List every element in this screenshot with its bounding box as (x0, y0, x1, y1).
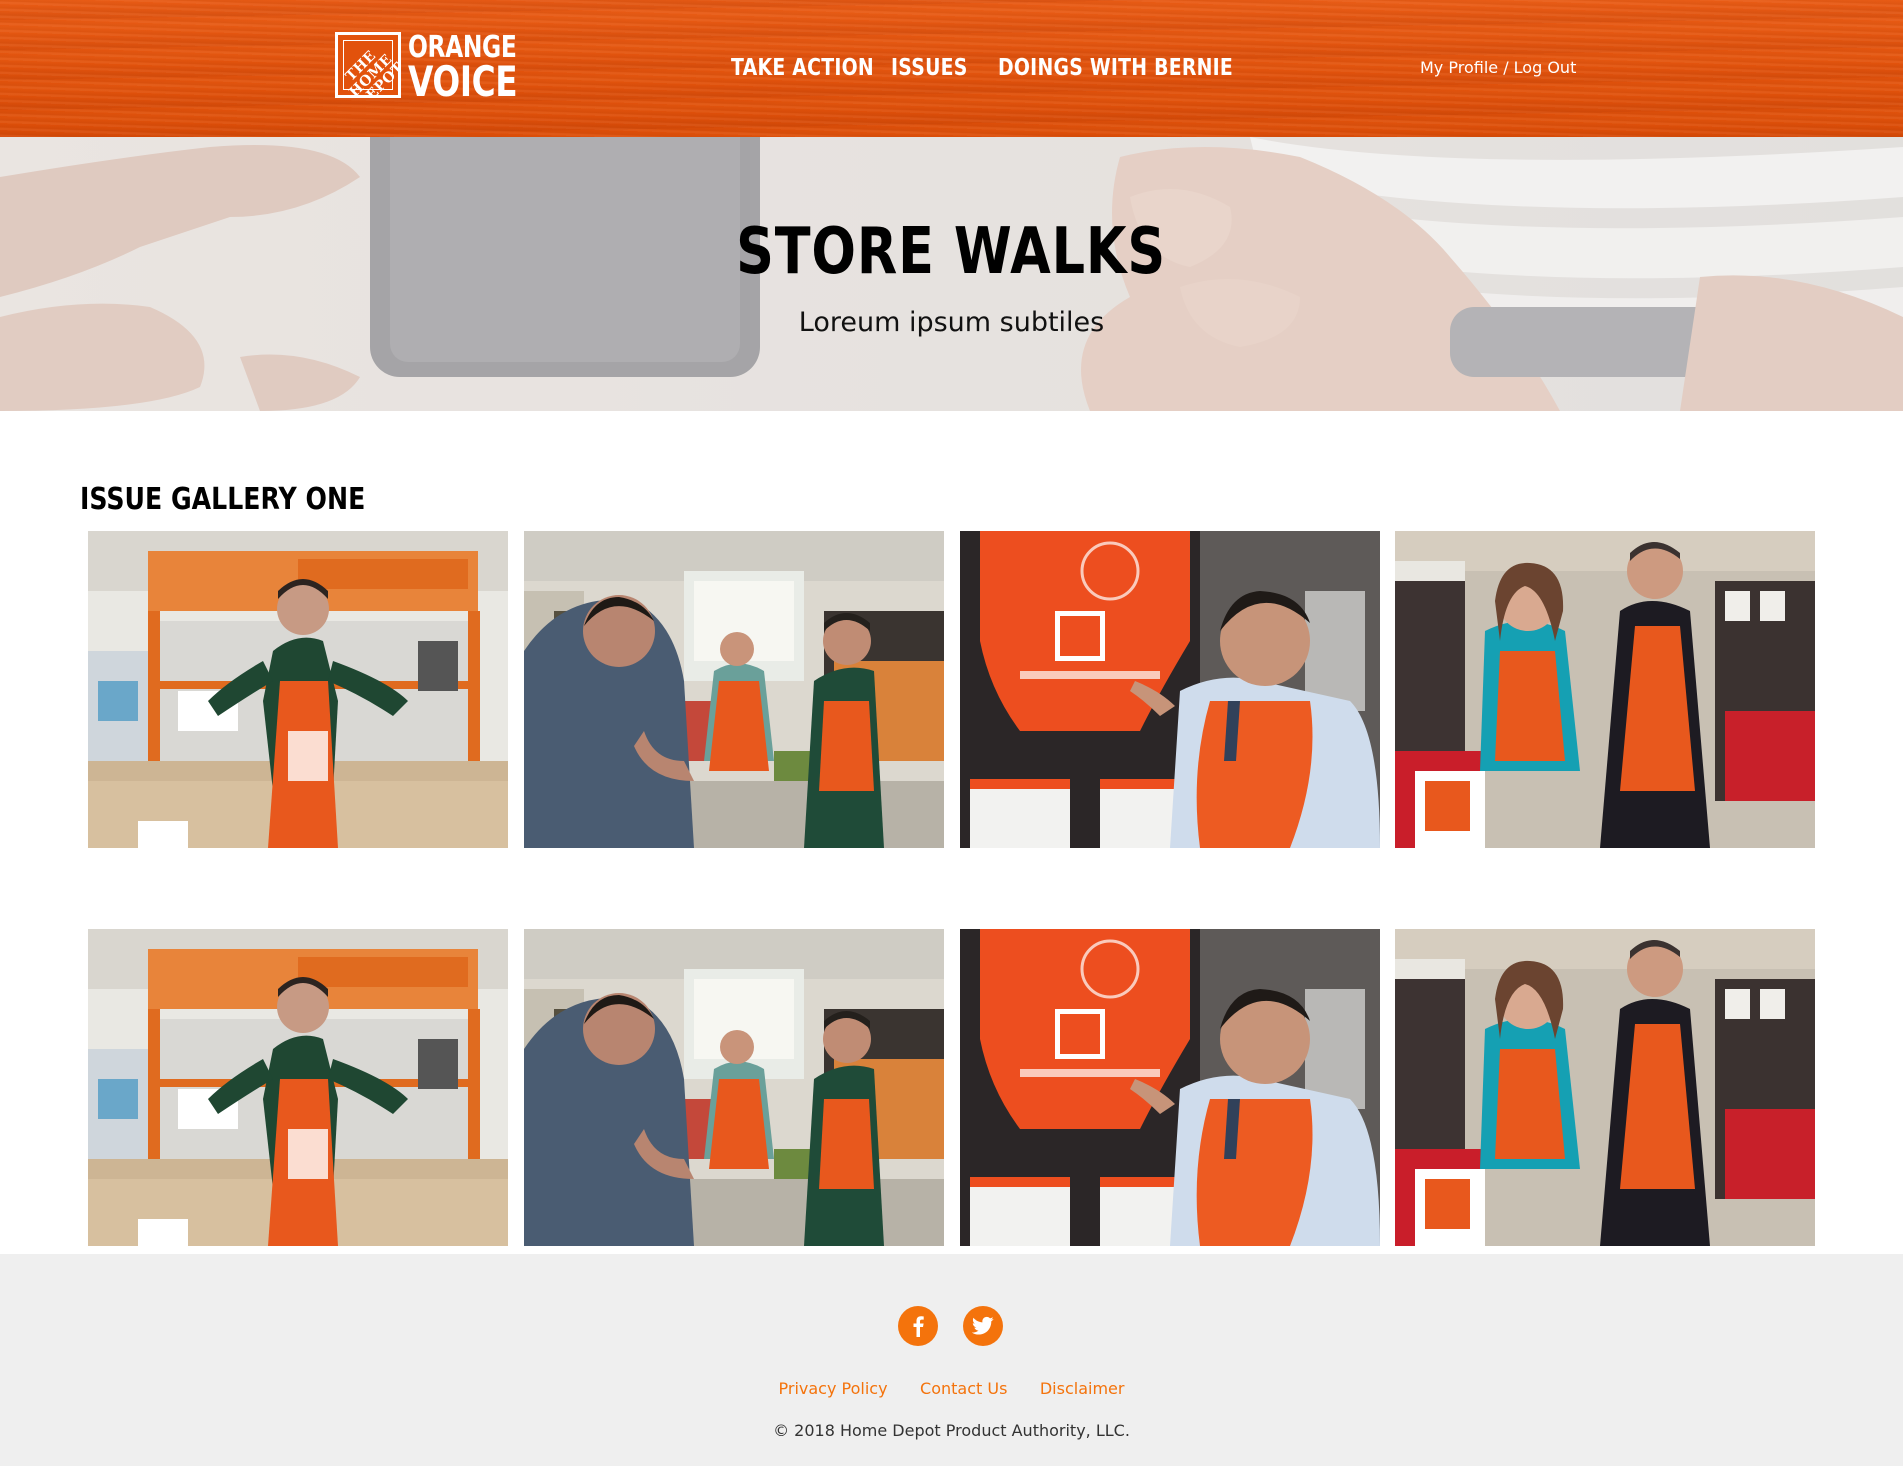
store-walk-photo-2 (524, 929, 944, 1246)
main-nav: TAKE ACTION ISSUES DOINGS WITH BERNIE (0, 55, 1903, 85)
store-walk-photo-3 (960, 531, 1380, 848)
disclaimer-link[interactable]: Disclaimer (1040, 1379, 1125, 1398)
store-walk-photo-2 (524, 531, 944, 848)
facebook-icon (913, 1316, 924, 1337)
page-subtitle: Loreum ipsum subtiles (798, 307, 1105, 338)
store-walk-photo-4 (1395, 929, 1815, 1246)
store-walk-photo-3 (960, 929, 1380, 1246)
gallery-photo-row2-4[interactable] (1395, 929, 1815, 1246)
copyright-text: © 2018 Home Depot Product Authority, LLC… (773, 1421, 1130, 1440)
site-footer: Privacy Policy Contact Us Disclaimer © 2… (0, 1254, 1903, 1466)
gallery-photo-row1-2[interactable] (524, 531, 944, 848)
nav-doings-with-bernie[interactable]: DOINGS WITH BERNIE (998, 55, 1233, 81)
footer-links: Privacy Policy Contact Us Disclaimer (0, 1379, 1903, 1399)
page-title: STORE WALKS (736, 215, 1167, 289)
store-walk-photo-1 (88, 929, 508, 1246)
gallery-photo-row1-1[interactable] (88, 531, 508, 848)
gallery-photo-row1-3[interactable] (960, 531, 1380, 848)
gallery-title: ISSUE GALLERY ONE (80, 482, 366, 517)
gallery-photo-row1-4[interactable] (1395, 531, 1815, 848)
gallery-photo-row2-3[interactable] (960, 929, 1380, 1246)
contact-us-link[interactable]: Contact Us (920, 1379, 1007, 1398)
privacy-policy-link[interactable]: Privacy Policy (779, 1379, 888, 1398)
twitter-link[interactable] (963, 1306, 1003, 1346)
profile-logout-link[interactable]: My Profile / Log Out (1420, 58, 1576, 77)
hero-banner: STORE WALKS Loreum ipsum subtiles (0, 137, 1903, 411)
store-walk-photo-4 (1395, 531, 1815, 848)
gallery-photo-row2-1[interactable] (88, 929, 508, 1246)
store-walk-photo-1 (88, 531, 508, 848)
facebook-link[interactable] (898, 1306, 938, 1346)
nav-issues[interactable]: ISSUES (891, 55, 968, 81)
gallery-photo-row2-2[interactable] (524, 929, 944, 1246)
site-header: THE HOME DEPOT ORANGE VOICE TAKE ACTION … (0, 0, 1903, 137)
twitter-icon (972, 1316, 994, 1335)
nav-take-action[interactable]: TAKE ACTION (731, 55, 874, 81)
